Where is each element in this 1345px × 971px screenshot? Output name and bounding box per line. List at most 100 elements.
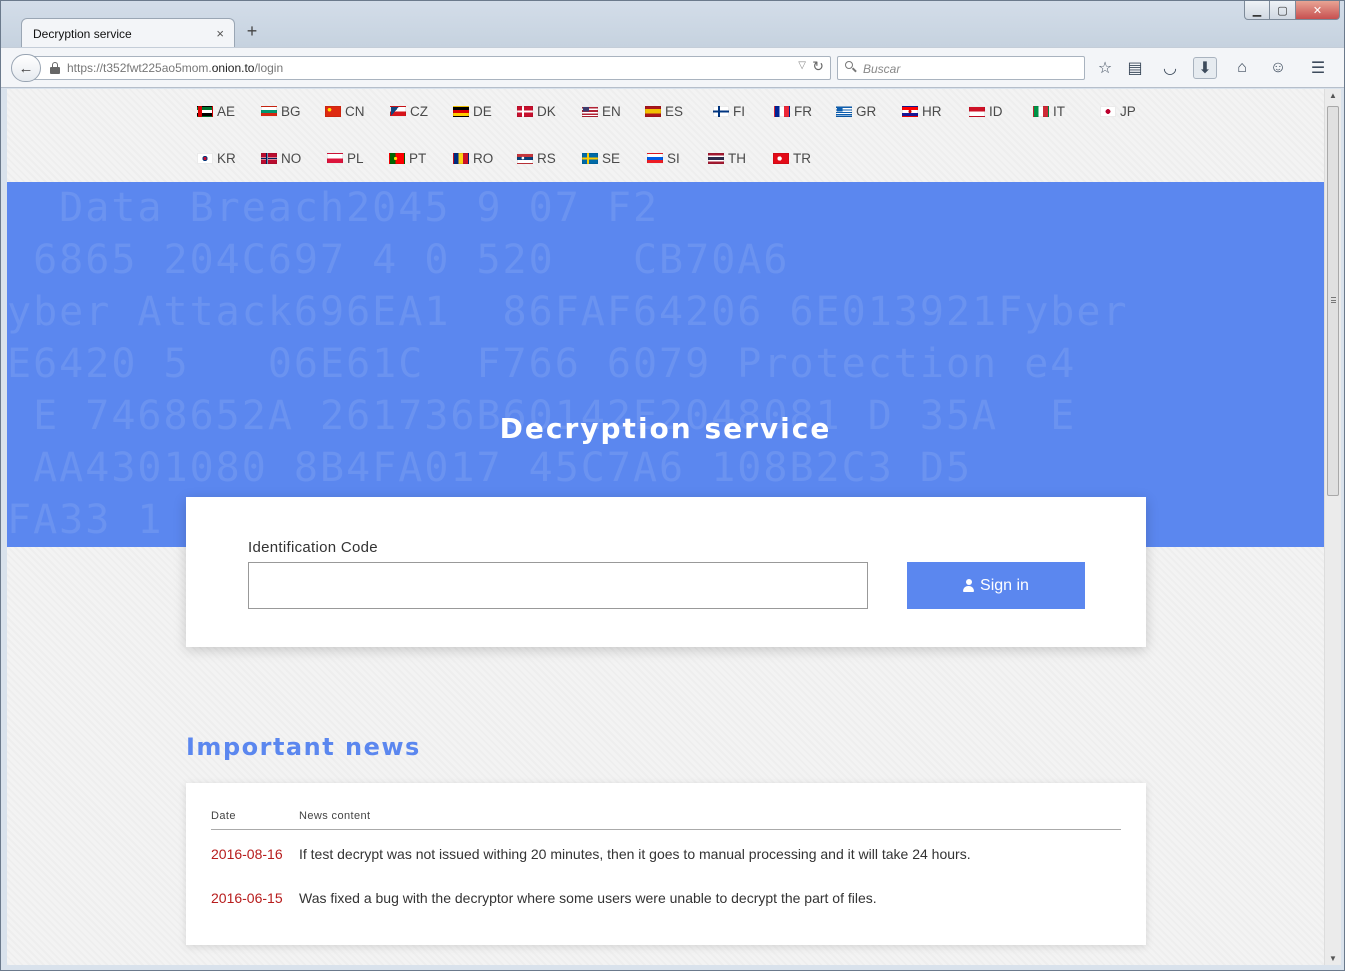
language-it[interactable]: IT <box>1033 104 1065 119</box>
download-icon[interactable]: ⬇ <box>1193 57 1217 79</box>
language-cn[interactable]: CN <box>325 104 365 119</box>
language-code: ID <box>989 104 1003 119</box>
language-code: GR <box>856 104 877 119</box>
language-code: PL <box>347 151 364 166</box>
back-arrow-icon[interactable]: ← <box>11 54 41 82</box>
flag-no-icon <box>261 153 277 164</box>
flag-ro-icon <box>453 153 469 164</box>
language-code: HR <box>922 104 942 119</box>
tab-decryption-service[interactable]: Decryption service × <box>21 18 235 48</box>
language-es[interactable]: ES <box>645 104 683 119</box>
language-pt[interactable]: PT <box>389 151 426 166</box>
flag-tr-icon <box>773 153 789 164</box>
identification-code-input[interactable] <box>248 562 868 609</box>
language-code: AE <box>217 104 236 119</box>
sign-in-label: Sign in <box>980 576 1029 594</box>
hero-background-code: Data Breach2045 9 07 F2 6865 204C697 4 0… <box>7 185 1129 543</box>
language-code: RS <box>537 151 556 166</box>
address-bar[interactable]: https://t352fwt225ao5mom.onion.to/login … <box>31 56 831 80</box>
language-selector: AE BG CN CZ DE DK EN ES FI FR GR HR ID IT JP KR NO PL PT RO… <box>7 89 1324 182</box>
home-icon[interactable]: ⌂ <box>1230 57 1254 79</box>
flag-hr-icon <box>902 106 918 117</box>
language-fi[interactable]: FI <box>713 104 745 119</box>
flag-fi-icon <box>713 106 729 117</box>
maximize-icon[interactable]: ▢ <box>1270 1 1296 20</box>
language-de[interactable]: DE <box>453 104 492 119</box>
scrollbar-thumb[interactable] <box>1327 106 1339 496</box>
search-input[interactable]: Buscar <box>837 56 1085 80</box>
flag-si-icon <box>647 153 663 164</box>
language-dk[interactable]: DK <box>517 104 556 119</box>
new-tab-icon[interactable]: + <box>242 21 262 42</box>
language-th[interactable]: TH <box>708 151 746 166</box>
language-tr[interactable]: TR <box>773 151 811 166</box>
reading-list-icon[interactable]: ▤ <box>1123 57 1147 79</box>
language-code: SE <box>602 151 621 166</box>
page-viewport: AE BG CN CZ DE DK EN ES FI FR GR HR ID IT JP KR NO PL PT RO… <box>7 89 1324 965</box>
title-bar: ▁ ▢ ✕ Decryption service × + <box>1 1 1344 48</box>
language-code: FI <box>733 104 745 119</box>
language-fr[interactable]: FR <box>774 104 812 119</box>
column-header-content: News content <box>299 810 371 822</box>
pocket-icon[interactable]: ◡ <box>1158 57 1182 79</box>
language-bg[interactable]: BG <box>261 104 301 119</box>
login-card: Identification Code Sign in <box>186 497 1146 647</box>
language-si[interactable]: SI <box>647 151 680 166</box>
scroll-down-icon[interactable]: ▼ <box>1329 954 1337 963</box>
chat-icon[interactable]: ☺ <box>1266 57 1290 79</box>
language-hr[interactable]: HR <box>902 104 942 119</box>
language-pl[interactable]: PL <box>327 151 364 166</box>
tab-close-icon[interactable]: × <box>216 26 224 41</box>
minimize-icon[interactable]: ▁ <box>1244 1 1270 20</box>
flag-jp-icon <box>1100 106 1116 117</box>
news-card: Date News content 2016-08-16 If test dec… <box>186 783 1146 945</box>
flag-se-icon <box>582 153 598 164</box>
language-ae[interactable]: AE <box>197 104 235 119</box>
flag-fr-icon <box>774 106 790 117</box>
search-icon <box>845 61 857 73</box>
language-kr[interactable]: KR <box>197 151 236 166</box>
language-id[interactable]: ID <box>969 104 1003 119</box>
language-code: ES <box>665 104 684 119</box>
news-text: Was fixed a bug with the decryptor where… <box>299 890 877 906</box>
close-window-icon[interactable]: ✕ <box>1296 1 1340 20</box>
language-code: DK <box>537 104 556 119</box>
language-cz[interactable]: CZ <box>390 104 428 119</box>
language-code: TR <box>793 151 811 166</box>
language-jp[interactable]: JP <box>1100 104 1136 119</box>
page-title: Decryption service <box>499 412 832 445</box>
language-no[interactable]: NO <box>261 151 301 166</box>
language-gr[interactable]: GR <box>836 104 876 119</box>
news-date: 2016-06-15 <box>211 890 283 906</box>
language-code: DE <box>473 104 492 119</box>
tab-title: Decryption service <box>33 27 132 41</box>
language-ro[interactable]: RO <box>453 151 493 166</box>
dropdown-icon[interactable]: ▽ <box>798 60 806 71</box>
language-code: JP <box>1120 104 1136 119</box>
menu-icon[interactable]: ☰ <box>1306 57 1330 79</box>
language-code: CZ <box>410 104 428 119</box>
language-code: RO <box>473 151 494 166</box>
column-header-date: Date <box>211 810 236 822</box>
flag-th-icon <box>708 153 724 164</box>
news-text: If test decrypt was not issued withing 2… <box>299 846 971 862</box>
vertical-scrollbar[interactable]: ▲ ▼ <box>1324 89 1341 965</box>
hero-banner: Data Breach2045 9 07 F2 6865 204C697 4 0… <box>7 182 1324 547</box>
language-en[interactable]: EN <box>582 104 621 119</box>
language-code: NO <box>281 151 302 166</box>
language-code: TH <box>728 151 746 166</box>
reload-icon[interactable]: ↻ <box>812 58 824 75</box>
news-table-header: Date News content <box>211 810 1121 830</box>
bookmark-star-icon[interactable]: ☆ <box>1093 57 1117 79</box>
language-rs[interactable]: RS <box>517 151 556 166</box>
language-se[interactable]: SE <box>582 151 620 166</box>
sign-in-button[interactable]: Sign in <box>907 562 1085 609</box>
scroll-up-icon[interactable]: ▲ <box>1329 91 1337 100</box>
flag-dk-icon <box>517 106 533 117</box>
language-code: FR <box>794 104 812 119</box>
navigation-toolbar: https://t352fwt225ao5mom.onion.to/login … <box>1 47 1344 88</box>
url-text[interactable]: https://t352fwt225ao5mom.onion.to/login <box>67 61 283 75</box>
user-icon <box>963 579 975 592</box>
flag-kr-icon <box>197 153 213 164</box>
flag-gr-icon <box>836 106 852 117</box>
